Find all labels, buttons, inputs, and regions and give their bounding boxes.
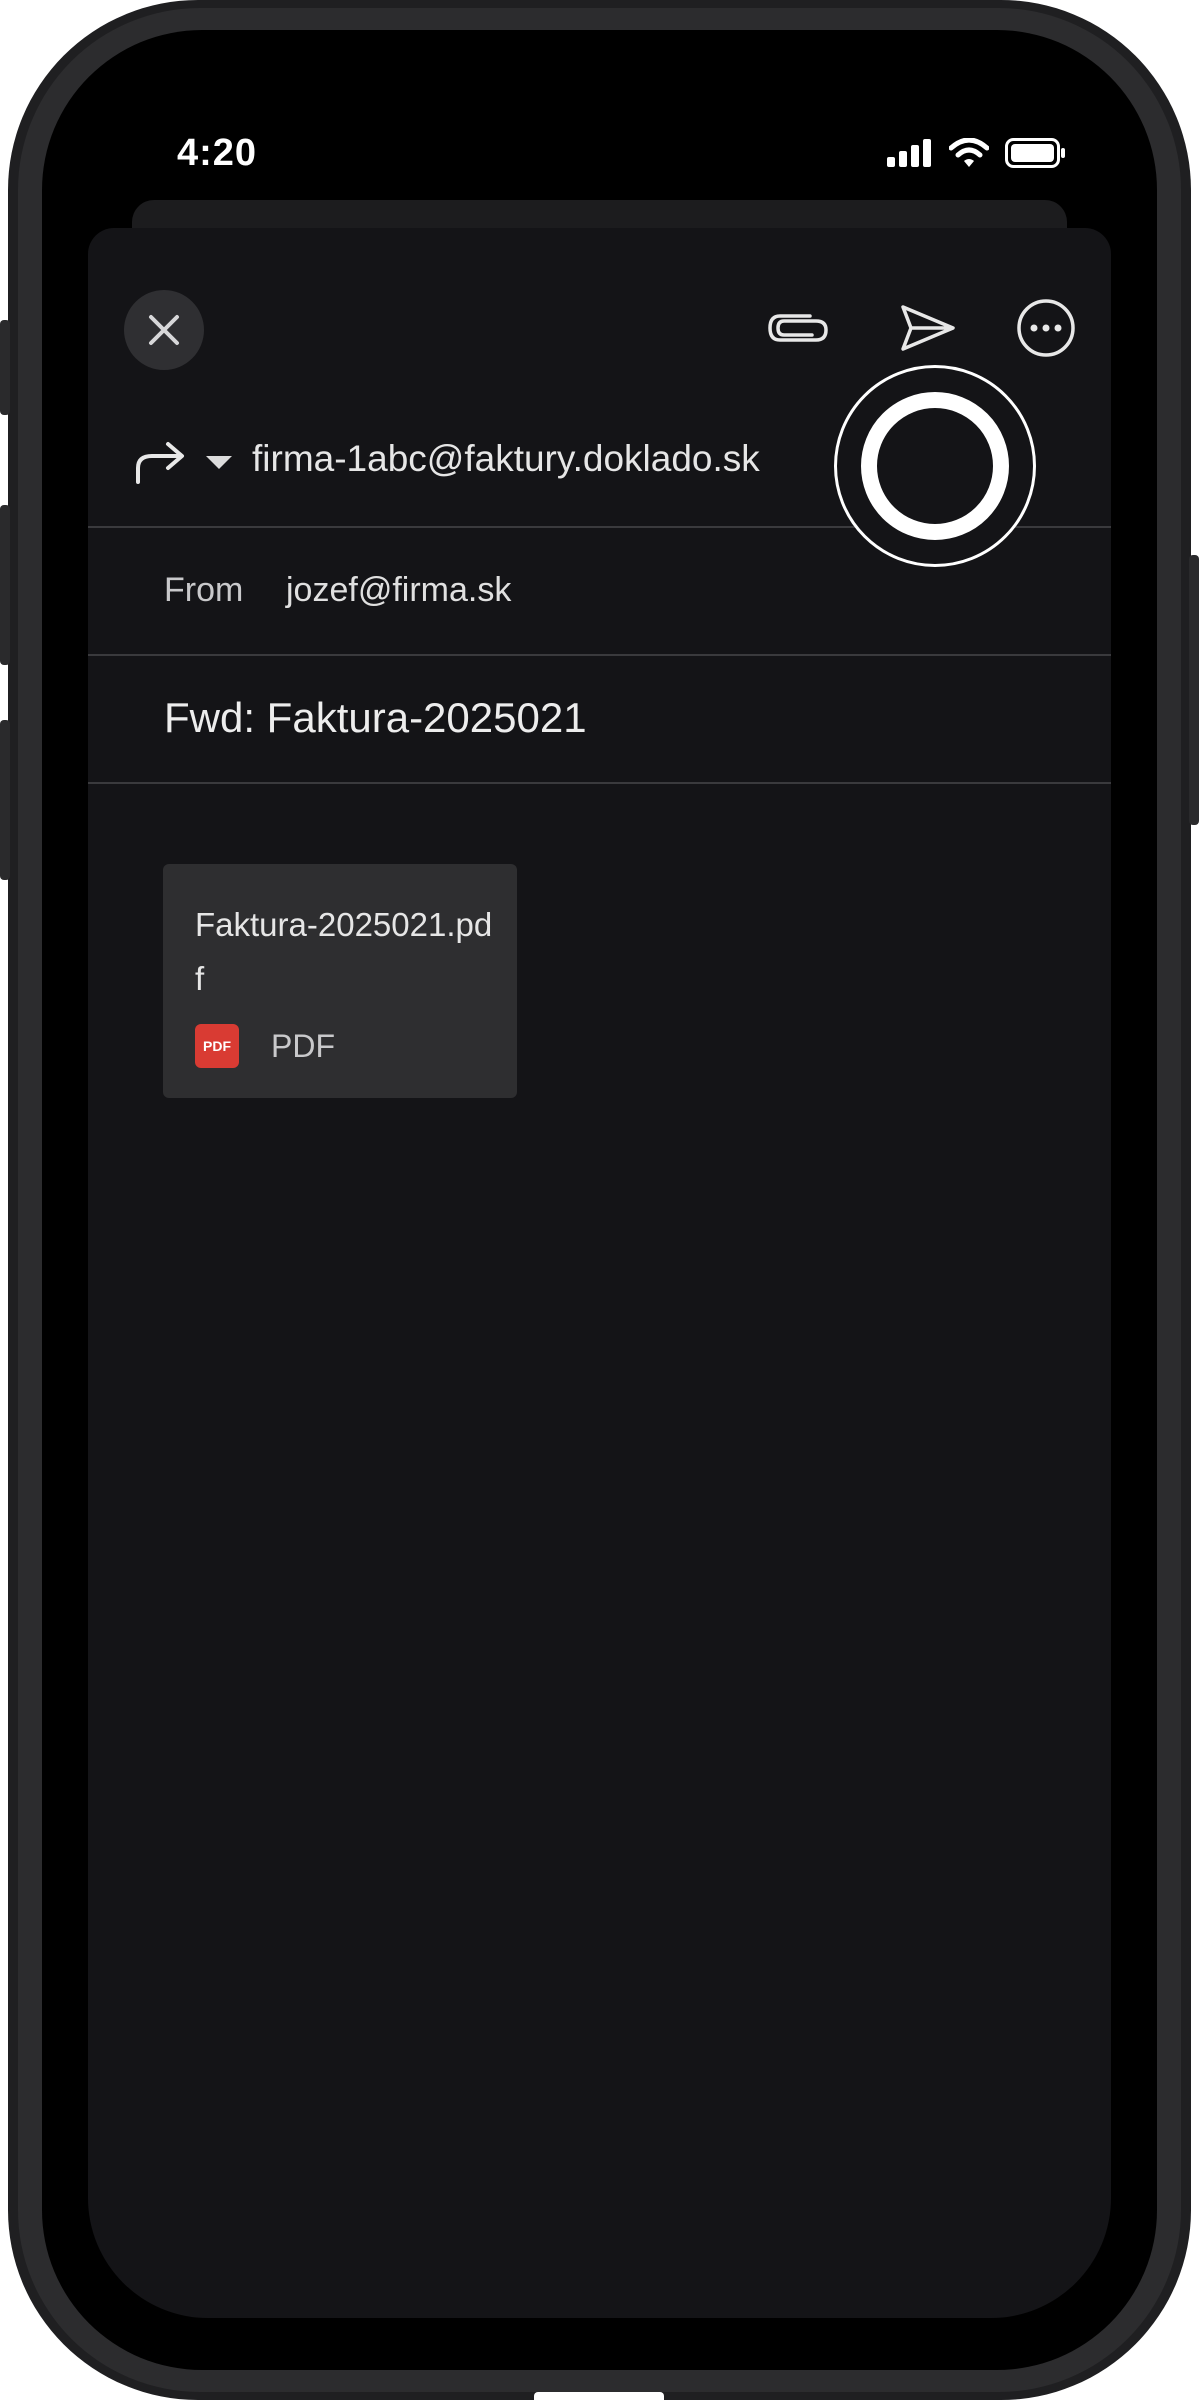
subject-field[interactable]: Fwd: Faktura-2025021	[164, 694, 587, 742]
attachment-name: Faktura-2025021.pdf	[195, 906, 493, 997]
send-button[interactable]	[888, 288, 968, 368]
attach-button[interactable]	[758, 288, 838, 368]
paperclip-icon	[768, 314, 828, 342]
more-icon	[1017, 299, 1075, 357]
wifi-icon	[949, 138, 989, 167]
close-icon	[149, 315, 179, 345]
to-field[interactable]: firma-1abc@faktury.doklado.sk	[252, 438, 760, 480]
status-time: 4:20	[177, 132, 258, 174]
send-icon	[901, 305, 955, 351]
touch-indicator-ring	[861, 392, 1009, 540]
battery-icon	[1005, 138, 1065, 168]
side-button	[0, 320, 10, 415]
phone-frame: 4:20 firma-1abc@faktury.doklado.sk From …	[0, 0, 1199, 2400]
volume-up-button	[0, 505, 10, 665]
attachment-card[interactable]: Faktura-2025021.pdf PDF PDF	[163, 864, 517, 1098]
touch-indicator	[834, 365, 1036, 567]
close-button[interactable]	[124, 290, 204, 370]
home-indicator	[534, 2392, 664, 2400]
signal-icon	[887, 139, 931, 167]
from-label: From	[164, 571, 244, 609]
attachment-type: PDF	[271, 1028, 335, 1064]
chevron-down-icon[interactable]	[206, 456, 232, 469]
pdf-icon: PDF	[195, 1024, 239, 1068]
from-field[interactable]: jozef@firma.sk	[286, 571, 511, 610]
phone-rim: 4:20 firma-1abc@faktury.doklado.sk From …	[18, 8, 1181, 2392]
forward-icon[interactable]	[132, 438, 188, 488]
screen: 4:20 firma-1abc@faktury.doklado.sk From …	[42, 30, 1157, 2370]
more-button[interactable]	[1006, 288, 1086, 368]
status-icons	[887, 138, 1067, 168]
volume-down-button	[0, 720, 10, 880]
power-button	[1189, 555, 1199, 825]
status-bar: 4:20	[42, 30, 1157, 210]
subject-row[interactable]: Fwd: Faktura-2025021	[88, 654, 1111, 784]
